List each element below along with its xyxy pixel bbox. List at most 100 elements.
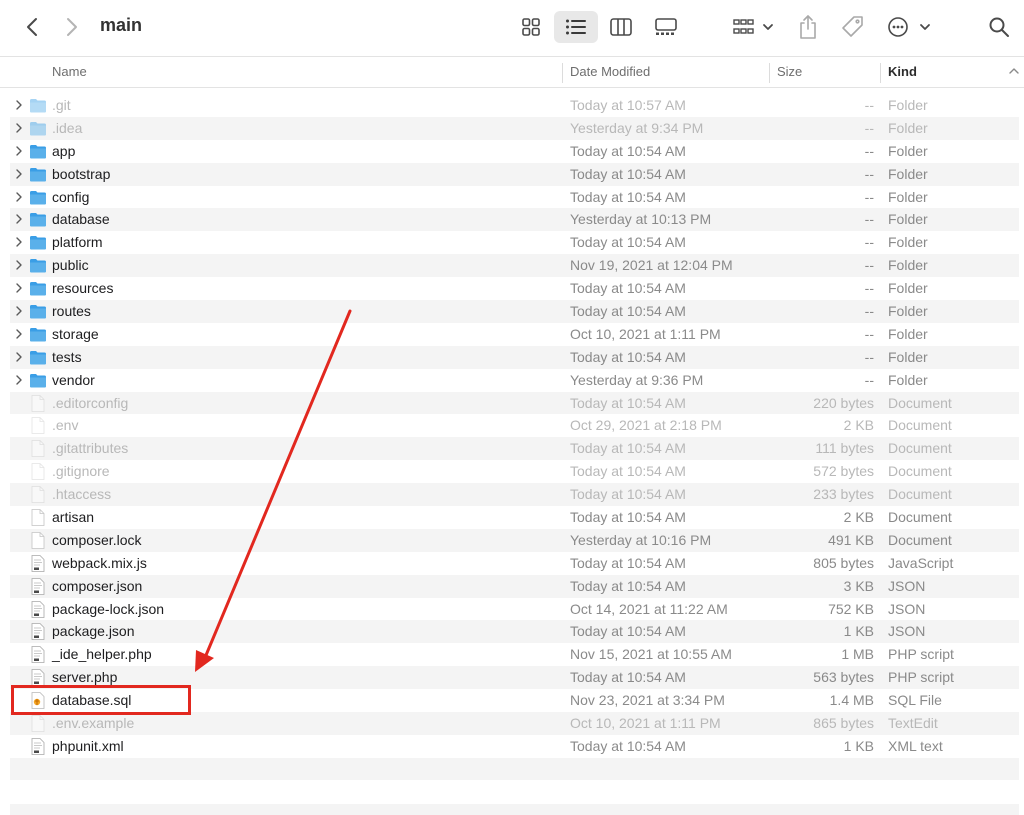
file-row[interactable]: .gitattributes Today at 10:54 AM 111 bytes… <box>10 437 1019 461</box>
file-row[interactable]: bootstrap Today at 10:54 AM -- Folder <box>10 162 1019 186</box>
toolbar: main <box>0 0 1024 57</box>
disclosure-chevron-icon[interactable] <box>13 259 25 271</box>
file-date-modified: Today at 10:54 AM <box>570 165 686 182</box>
file-kind: JSON <box>888 623 926 640</box>
file-size: 572 bytes <box>813 463 874 480</box>
file-row[interactable]: .editorconfig Today at 10:54 AM 220 bytes D… <box>10 391 1019 415</box>
file-name: composer.lock <box>52 531 142 548</box>
disclosure-chevron-icon[interactable] <box>13 305 25 317</box>
file-kind: Folder <box>888 303 928 320</box>
file-date-modified: Nov 15, 2021 at 10:55 AM <box>570 646 732 663</box>
file-size: 491 KB <box>828 531 874 548</box>
file-row[interactable]: resources Today at 10:54 AM -- Folder <box>10 277 1019 300</box>
column-kind-header[interactable]: Kind <box>888 58 917 88</box>
file-date-modified: Today at 10:54 AM <box>570 509 686 526</box>
file-row[interactable]: package-lock.json Oct 14, 2021 at 11:22 A… <box>10 598 1019 621</box>
file-kind: Document <box>888 509 952 526</box>
disclosure-chevron-icon[interactable] <box>13 328 25 340</box>
file-row[interactable]: config Today at 10:54 AM -- Folder <box>10 186 1019 209</box>
folder-icon <box>30 327 46 342</box>
file-size: -- <box>864 280 874 297</box>
file-row[interactable]: phpunit.xml Today at 10:54 AM 1 KB XML text <box>10 735 1019 758</box>
group-icon <box>733 19 773 34</box>
forward-button[interactable] <box>58 12 86 42</box>
file-kind: Folder <box>888 211 928 228</box>
disclosure-chevron-icon[interactable] <box>13 374 25 386</box>
file-row[interactable]: .idea Yesterday at 9:34 PM -- Folder <box>10 116 1019 140</box>
file-row[interactable]: platform Today at 10:54 AM -- Folder <box>10 231 1019 254</box>
file-kind: Document <box>888 440 952 457</box>
file-kind: SQL File <box>888 692 942 709</box>
disclosure-chevron-icon[interactable] <box>13 236 25 248</box>
file-name: resources <box>52 280 114 297</box>
file-row[interactable]: package.json Today at 10:54 AM 1 KB JSON <box>10 620 1019 644</box>
column-divider[interactable] <box>880 63 881 83</box>
document-icon <box>31 463 45 481</box>
file-kind: Folder <box>888 142 928 159</box>
file-date-modified: Today at 10:54 AM <box>570 234 686 251</box>
file-row[interactable]: .env.example Oct 10, 2021 at 1:11 PM 865 b… <box>10 712 1019 735</box>
file-row[interactable]: routes Today at 10:54 AM -- Folder <box>10 300 1019 323</box>
file-row[interactable]: app Today at 10:54 AM -- Folder <box>10 140 1019 163</box>
search-icon <box>989 17 1009 37</box>
file-date-modified: Today at 10:54 AM <box>570 142 686 159</box>
file-row[interactable]: _ide_helper.php Nov 15, 2021 at 10:55 AM 1… <box>10 643 1019 666</box>
file-kind: TextEdit <box>888 715 938 732</box>
file-name: .env <box>52 417 79 434</box>
file-kind: Document <box>888 531 952 548</box>
file-row[interactable]: .git Today at 10:57 AM -- Folder <box>10 94 1019 117</box>
file-kind: Folder <box>888 119 928 136</box>
folder-icon <box>30 99 46 113</box>
disclosure-chevron-icon[interactable] <box>13 145 25 157</box>
folder-icon <box>30 259 46 273</box>
file-size: 563 bytes <box>813 669 874 686</box>
file-row[interactable]: .env Oct 29, 2021 at 2:18 PM 2 KB Document <box>10 414 1019 437</box>
file-row[interactable]: .htaccess Today at 10:54 AM 233 bytes Docum… <box>10 483 1019 507</box>
file-size: 1 KB <box>843 737 874 754</box>
file-kind: Folder <box>888 97 928 113</box>
file-name: platform <box>52 234 103 251</box>
file-row[interactable]: database Yesterday at 10:13 PM -- Folder <box>10 208 1019 232</box>
folder-icon <box>30 213 46 227</box>
list-view-icon <box>566 19 586 35</box>
tag-button[interactable] <box>838 12 868 42</box>
file-row[interactable]: webpack.mix.js Today at 10:54 AM 805 bytes… <box>10 552 1019 575</box>
file-row[interactable]: public Nov 19, 2021 at 12:04 PM -- Folder <box>10 254 1019 278</box>
file-row[interactable]: vendor Yesterday at 9:36 PM -- Folder <box>10 369 1019 392</box>
code-file-icon <box>31 738 45 755</box>
sort-ascending-icon <box>1009 68 1019 74</box>
file-name: package.json <box>52 623 135 640</box>
disclosure-chevron-icon[interactable] <box>13 282 25 294</box>
column-date-header[interactable]: Date Modified <box>570 58 650 88</box>
file-row[interactable]: tests Today at 10:54 AM -- Folder <box>10 345 1019 369</box>
file-row[interactable]: .gitignore Today at 10:54 AM 572 bytes Docu… <box>10 460 1019 483</box>
folder-icon <box>30 373 46 388</box>
file-name: tests <box>52 348 82 365</box>
file-size: -- <box>864 119 874 136</box>
disclosure-chevron-icon[interactable] <box>13 99 25 111</box>
disclosure-chevron-icon[interactable] <box>13 122 25 134</box>
column-divider[interactable] <box>769 63 770 83</box>
column-divider[interactable] <box>562 63 563 83</box>
column-view-icon <box>610 18 632 36</box>
list-view-button[interactable] <box>554 11 598 43</box>
column-header: Name Date Modified Size Kind <box>0 58 1024 88</box>
column-size-header[interactable]: Size <box>777 58 802 88</box>
gallery-view-button[interactable] <box>644 11 688 43</box>
file-row[interactable]: composer.json Today at 10:54 AM 3 KB JSON <box>10 574 1019 598</box>
column-name-header[interactable]: Name <box>52 58 87 88</box>
share-button[interactable] <box>794 10 822 44</box>
disclosure-chevron-icon[interactable] <box>13 168 25 180</box>
icon-view-button[interactable] <box>509 11 553 43</box>
file-row[interactable]: composer.lock Yesterday at 10:16 PM 491 KB… <box>10 528 1019 552</box>
file-row[interactable]: artisan Today at 10:54 AM 2 KB Document <box>10 506 1019 529</box>
search-button[interactable] <box>984 12 1014 42</box>
disclosure-chevron-icon[interactable] <box>13 191 25 203</box>
file-row[interactable]: storage Oct 10, 2021 at 1:11 PM -- Folder <box>10 323 1019 346</box>
disclosure-chevron-icon[interactable] <box>13 213 25 225</box>
more-actions-button[interactable] <box>886 12 934 42</box>
column-view-button[interactable] <box>599 11 643 43</box>
group-button[interactable] <box>730 12 776 42</box>
disclosure-chevron-icon[interactable] <box>13 351 25 363</box>
back-button[interactable] <box>18 12 46 42</box>
